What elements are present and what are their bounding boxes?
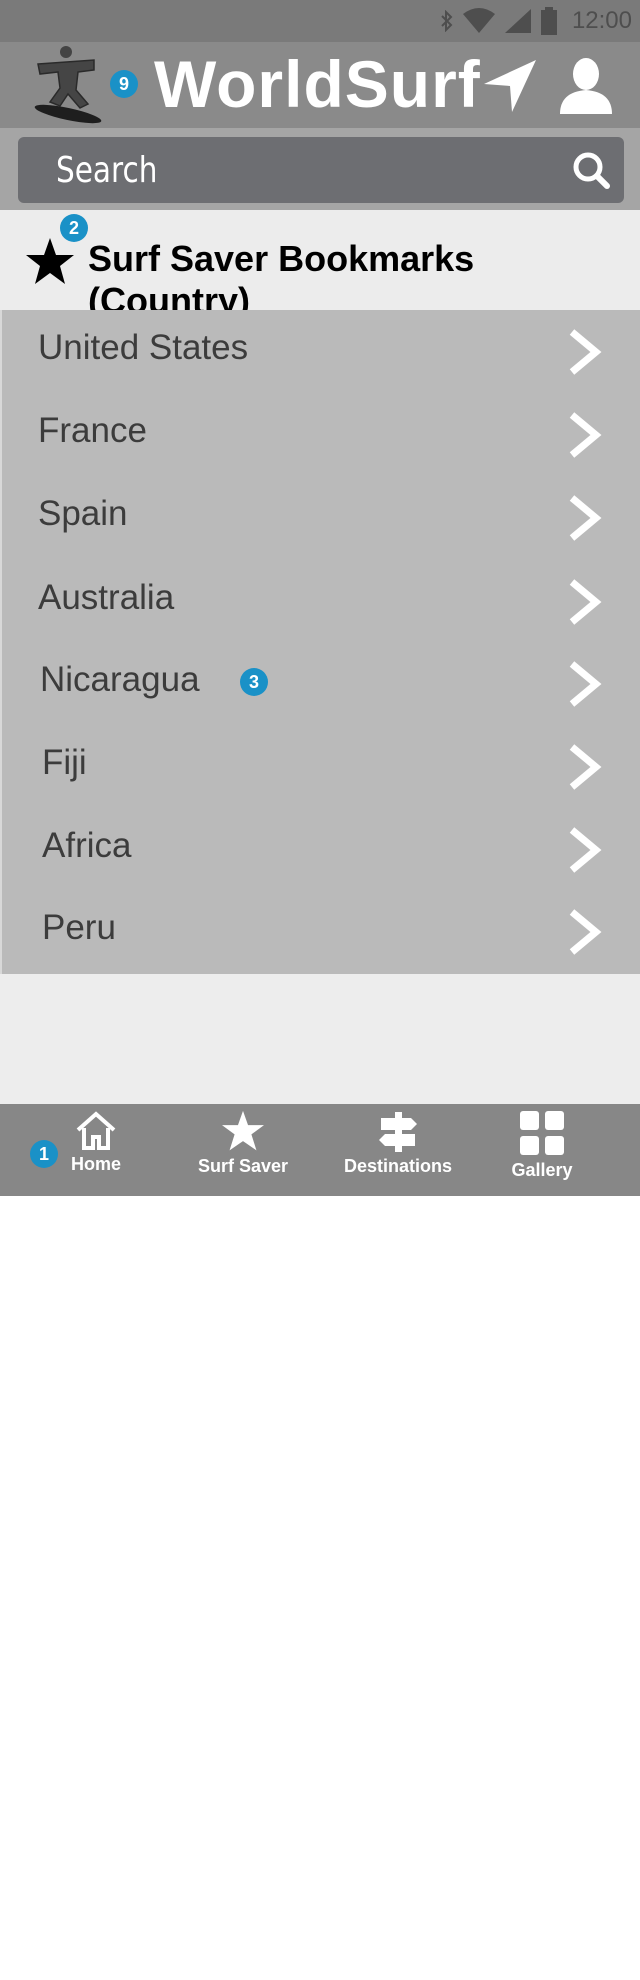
annotation-badge-9: 9 [110,70,138,98]
tab-destinations-label: Destinations [343,1156,453,1176]
chevron-right-icon [569,661,602,707]
country-label: Nicaragua [40,660,200,699]
country-label: Peru [42,908,116,947]
country-list: United States France Spain Australia Nic… [0,310,640,974]
navigation-arrow-icon[interactable] [482,58,538,114]
country-label: France [38,411,147,450]
tab-home-label: Home [70,1154,121,1174]
bluetooth-icon [441,10,453,32]
tab-surf-saver[interactable]: Surf Saver [188,1104,298,1196]
tab-surf-saver-label: Surf Saver [197,1156,289,1176]
annotation-badge-2: 2 [60,214,88,242]
tab-destinations[interactable]: Destinations [336,1104,460,1196]
home-icon [76,1111,116,1150]
app-title: WorldSurf [154,47,481,121]
chevron-right-icon [569,744,602,790]
country-item-fiji[interactable]: Fiji [2,725,640,808]
country-item-nicaragua[interactable]: Nicaragua 3 [2,642,640,725]
status-time: 12:00 [571,7,632,34]
chevron-right-icon [569,579,602,625]
chevron-right-icon [569,495,602,541]
country-label: Spain [38,494,128,533]
country-item-peru[interactable]: Peru [2,890,640,973]
star-icon [26,238,74,284]
annotation-badge-3: 3 [240,668,268,696]
user-icon[interactable] [556,56,616,116]
signpost-icon [379,1112,417,1152]
chevron-right-icon [569,909,602,955]
grid-icon [520,1111,564,1155]
chevron-right-icon [569,827,602,873]
country-label: Fiji [42,743,87,782]
chevron-right-icon [569,329,602,375]
country-label: Australia [38,578,175,617]
status-icons: 12:00 [440,6,632,36]
star-icon [222,1110,264,1151]
country-item-africa[interactable]: Africa [2,808,640,891]
wifi-icon [462,8,495,33]
search-placeholder: Search [56,150,158,191]
tab-gallery-label: Gallery [511,1160,573,1180]
country-item-france[interactable]: France [2,393,640,476]
search-icon[interactable] [572,151,610,189]
tab-gallery[interactable]: Gallery [500,1104,584,1196]
surfer-logo-icon[interactable] [30,44,106,124]
app-bar: 9 WorldSurf [0,42,640,128]
status-bar: 12:00 [0,0,640,42]
country-label: Africa [42,826,132,865]
country-item-australia[interactable]: Australia [2,560,640,643]
search-input[interactable]: Search [18,137,624,203]
signal-icon [504,9,531,33]
search-bar-container: Search [0,128,640,210]
section-header: 2 Surf Saver Bookmarks (Country) [0,210,640,321]
app-frame: 12:00 9 WorldSurf Search 2 Surf Saver Bo… [0,0,640,1196]
country-label: United States [38,328,249,367]
country-item-united-states[interactable]: United States [2,310,640,393]
tab-home[interactable]: Home [52,1104,140,1196]
battery-icon [540,7,557,35]
bottom-navigation: 1 Home Surf Saver Destinations Gallery [0,1104,640,1196]
chevron-right-icon [569,412,602,458]
country-item-spain[interactable]: Spain [2,476,640,559]
